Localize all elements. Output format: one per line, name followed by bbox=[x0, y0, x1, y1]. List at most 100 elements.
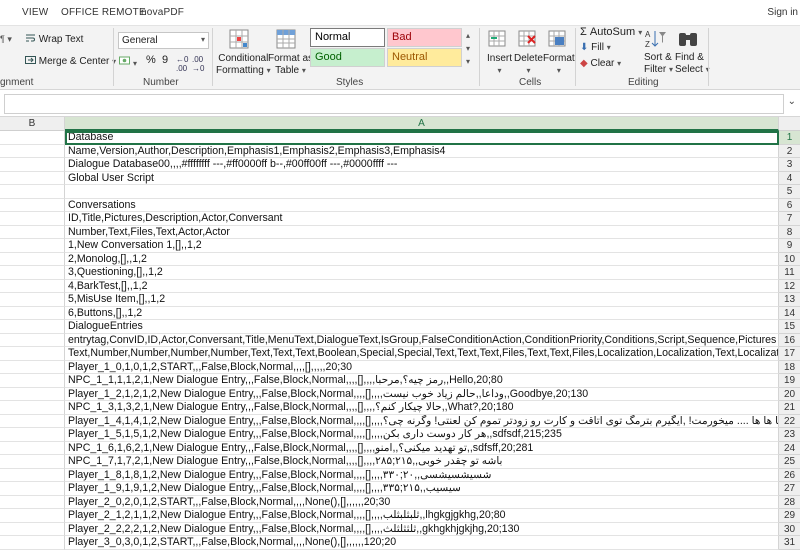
row-number[interactable]: 21 bbox=[779, 401, 800, 415]
row-number[interactable]: 16 bbox=[779, 333, 800, 347]
cell-b[interactable] bbox=[0, 239, 65, 253]
sort-filter-button[interactable]: Sort & Filter ▾ bbox=[644, 52, 673, 76]
cell-a[interactable]: Number,Text,Files,Text,Actor,Actor bbox=[65, 225, 779, 239]
row-number[interactable]: 1 bbox=[779, 131, 800, 145]
cell-a[interactable]: Name,Version,Author,Description,Emphasis… bbox=[65, 144, 779, 158]
chevron-down-icon[interactable]: ⌄ bbox=[788, 96, 796, 107]
row-number[interactable]: 23 bbox=[779, 428, 800, 442]
cell-b[interactable] bbox=[0, 401, 65, 415]
cell-a[interactable]: Global User Script bbox=[65, 171, 779, 185]
decrease-decimal-icon[interactable]: .00 →0 bbox=[192, 55, 204, 73]
cell-a[interactable]: 6,Buttons,[],,1,2 bbox=[65, 306, 779, 320]
paragraph-direction-icon[interactable]: ¶ ▾ bbox=[0, 34, 12, 45]
cell-b[interactable] bbox=[0, 171, 65, 185]
cell-a[interactable]: 1,New Conversation 1,[],,1,2 bbox=[65, 239, 779, 253]
column-header-a[interactable]: A bbox=[65, 117, 779, 131]
cell-b[interactable] bbox=[0, 468, 65, 482]
merge-center-button[interactable]: Merge & Center ▾ bbox=[25, 55, 116, 67]
cell-b[interactable] bbox=[0, 414, 65, 428]
insert-cells-icon[interactable] bbox=[488, 29, 508, 52]
row-number[interactable]: 22 bbox=[779, 414, 800, 428]
cell-a[interactable]: Player_1_5,1,5,1,2,New Dialogue Entry,,,… bbox=[65, 428, 779, 442]
fill-button[interactable]: ⬇ Fill ▾ bbox=[580, 42, 611, 53]
cell-a[interactable]: Player_2_1,2,1,1,2,New Dialogue Entry,,,… bbox=[65, 509, 779, 523]
cell-b[interactable] bbox=[0, 212, 65, 226]
row-number[interactable]: 7 bbox=[779, 212, 800, 226]
row-number[interactable]: 20 bbox=[779, 387, 800, 401]
cell-a[interactable]: 2,Monolog,[],,1,2 bbox=[65, 252, 779, 266]
cell-a[interactable]: Player_1_8,1,8,1,2,New Dialogue Entry,,,… bbox=[65, 468, 779, 482]
row-number[interactable]: 5 bbox=[779, 185, 800, 199]
cell-a[interactable]: Player_1_2,1,2,1,2,New Dialogue Entry,,,… bbox=[65, 387, 779, 401]
currency-icon[interactable]: ▾ bbox=[119, 55, 137, 69]
cell-a[interactable]: ID,Title,Pictures,Description,Actor,Conv… bbox=[65, 212, 779, 226]
cell-a[interactable]: DialogueEntries bbox=[65, 320, 779, 334]
cell-a[interactable]: Player_3_0,3,0,1,2,START,,,False,Block,N… bbox=[65, 536, 779, 550]
cell-a[interactable]: 4,BarkTest,[],,1,2 bbox=[65, 279, 779, 293]
cell-b[interactable] bbox=[0, 131, 65, 145]
row-number[interactable]: 6 bbox=[779, 198, 800, 212]
cell-a[interactable]: Dialogue Database00,,,,#ffffffff ---,#ff… bbox=[65, 158, 779, 172]
conditional-formatting-button[interactable]: Conditional Formatting ▾ bbox=[216, 53, 271, 77]
row-number[interactable]: 24 bbox=[779, 441, 800, 455]
menu-office-remote[interactable]: OFFICE REMOTE bbox=[61, 7, 146, 18]
cell-b[interactable] bbox=[0, 198, 65, 212]
cell-a[interactable]: 3,Questioning,[],,1,2 bbox=[65, 266, 779, 280]
cell-b[interactable] bbox=[0, 522, 65, 536]
cell-a[interactable]: 5,MisUse Item,[],,1,2 bbox=[65, 293, 779, 307]
row-number[interactable]: 3 bbox=[779, 158, 800, 172]
cell-a[interactable]: Player_1_9,1,9,1,2,New Dialogue Entry,,,… bbox=[65, 482, 779, 496]
cell-a[interactable]: Conversations bbox=[65, 198, 779, 212]
formula-input[interactable] bbox=[4, 94, 784, 114]
row-number[interactable]: 4 bbox=[779, 171, 800, 185]
row-number[interactable]: 30 bbox=[779, 522, 800, 536]
row-number[interactable]: 26 bbox=[779, 468, 800, 482]
sort-filter-icon[interactable]: AZ bbox=[645, 28, 667, 53]
cell-b[interactable] bbox=[0, 482, 65, 496]
cell-a[interactable]: Database bbox=[65, 131, 779, 145]
find-select-button[interactable]: Find &Select ▾ bbox=[675, 52, 710, 76]
cell-b[interactable] bbox=[0, 428, 65, 442]
clear-button[interactable]: ◆ Clear ▾ bbox=[580, 58, 621, 69]
cell-b[interactable] bbox=[0, 455, 65, 469]
cell-b[interactable] bbox=[0, 252, 65, 266]
format-cells-icon[interactable] bbox=[548, 29, 568, 52]
delete-button[interactable]: Delete ▾ bbox=[514, 53, 543, 77]
menu-view[interactable]: VIEW bbox=[22, 7, 48, 18]
row-number[interactable]: 13 bbox=[779, 293, 800, 307]
autosum-button[interactable]: Σ AutoSum ▾ bbox=[580, 26, 642, 38]
cell-b[interactable] bbox=[0, 144, 65, 158]
format-as-table-button[interactable]: Format as Table ▾ bbox=[268, 53, 313, 77]
style-good[interactable]: Good bbox=[310, 48, 385, 67]
style-bad[interactable]: Bad bbox=[387, 28, 462, 47]
row-number[interactable]: 15 bbox=[779, 320, 800, 334]
style-neutral[interactable]: Neutral bbox=[387, 48, 462, 67]
cell-b[interactable] bbox=[0, 185, 65, 199]
cell-b[interactable] bbox=[0, 279, 65, 293]
cell-a[interactable]: Player_2_0,2,0,1,2,START,,,False,Block,N… bbox=[65, 495, 779, 509]
percent-button[interactable]: % bbox=[146, 54, 156, 66]
binoculars-icon[interactable] bbox=[677, 29, 699, 52]
insert-button[interactable]: Insert ▾ bbox=[487, 53, 512, 77]
styles-scroll-icon[interactable]: ▴ ▾ ▾ bbox=[466, 29, 470, 68]
cell-a[interactable]: Player_2_2,2,2,1,2,New Dialogue Entry,,,… bbox=[65, 522, 779, 536]
cell-b[interactable] bbox=[0, 495, 65, 509]
cell-b[interactable] bbox=[0, 387, 65, 401]
row-number[interactable]: 17 bbox=[779, 347, 800, 361]
cell-b[interactable] bbox=[0, 347, 65, 361]
cell-a[interactable]: NPC_1_7,1,7,2,1,New Dialogue Entry,,,Fal… bbox=[65, 455, 779, 469]
cell-b[interactable] bbox=[0, 441, 65, 455]
row-number[interactable]: 14 bbox=[779, 306, 800, 320]
cell-b[interactable] bbox=[0, 333, 65, 347]
delete-cells-icon[interactable] bbox=[518, 29, 538, 52]
row-number[interactable]: 31 bbox=[779, 536, 800, 550]
cell-a[interactable]: NPC_1_6,1,6,2,1,New Dialogue Entry,,,Fal… bbox=[65, 441, 779, 455]
cell-b[interactable] bbox=[0, 536, 65, 550]
cell-b[interactable] bbox=[0, 360, 65, 374]
row-number[interactable]: 12 bbox=[779, 279, 800, 293]
cell-a[interactable] bbox=[65, 185, 779, 199]
cell-b[interactable] bbox=[0, 509, 65, 523]
format-as-table-icon[interactable] bbox=[276, 29, 298, 54]
row-number[interactable]: 11 bbox=[779, 266, 800, 280]
row-number[interactable]: 27 bbox=[779, 482, 800, 496]
